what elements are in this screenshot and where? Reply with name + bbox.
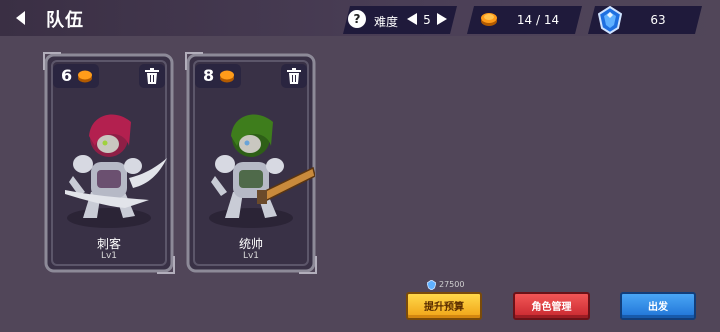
hero-name: 统帅: [238, 237, 263, 251]
hero-cost: 6: [61, 66, 73, 85]
depart-button[interactable]: 出发: [620, 292, 696, 320]
trash-icon: [145, 68, 159, 84]
difficulty-decrease-icon[interactable]: [407, 13, 417, 25]
delete-hero-button[interactable]: [139, 64, 165, 88]
coin-icon: [481, 13, 497, 26]
difficulty-label: 难度: [374, 15, 399, 29]
hero-cost-badge: 8: [195, 64, 241, 88]
difficulty-value: 5: [423, 13, 431, 27]
help-icon[interactable]: ?: [348, 10, 366, 28]
hero-cost: 8: [203, 66, 215, 85]
hero-level: Lv1: [242, 251, 260, 261]
commander-portrait: [209, 114, 315, 228]
hero-name: 刺客: [96, 237, 121, 251]
role-management-button[interactable]: 角色管理: [513, 292, 590, 320]
coin-icon: [220, 70, 234, 83]
back-arrow-icon[interactable]: [12, 9, 30, 27]
delete-hero-button[interactable]: [281, 64, 307, 88]
upgrade-cost: 27500: [439, 280, 465, 289]
coin-icon: [78, 70, 92, 83]
upgrade-budget-button[interactable]: 提升预算: [406, 292, 482, 320]
difficulty-increase-icon[interactable]: [437, 13, 447, 25]
trash-icon: [287, 68, 301, 84]
cost-counter: 14 / 14: [516, 13, 560, 27]
gem-count: 63: [650, 13, 666, 27]
hero-cost-badge: 6: [53, 64, 99, 88]
hero-card-assassin[interactable]: 6 刺客 Lv1: [43, 52, 175, 274]
gem-icon: [427, 280, 436, 290]
assassin-portrait: [65, 114, 167, 228]
gem-icon: [598, 6, 622, 34]
page-title: 队伍: [46, 10, 84, 31]
hero-level: Lv1: [100, 251, 118, 261]
hero-card-commander[interactable]: 8 统帅 Lv1: [185, 52, 317, 274]
